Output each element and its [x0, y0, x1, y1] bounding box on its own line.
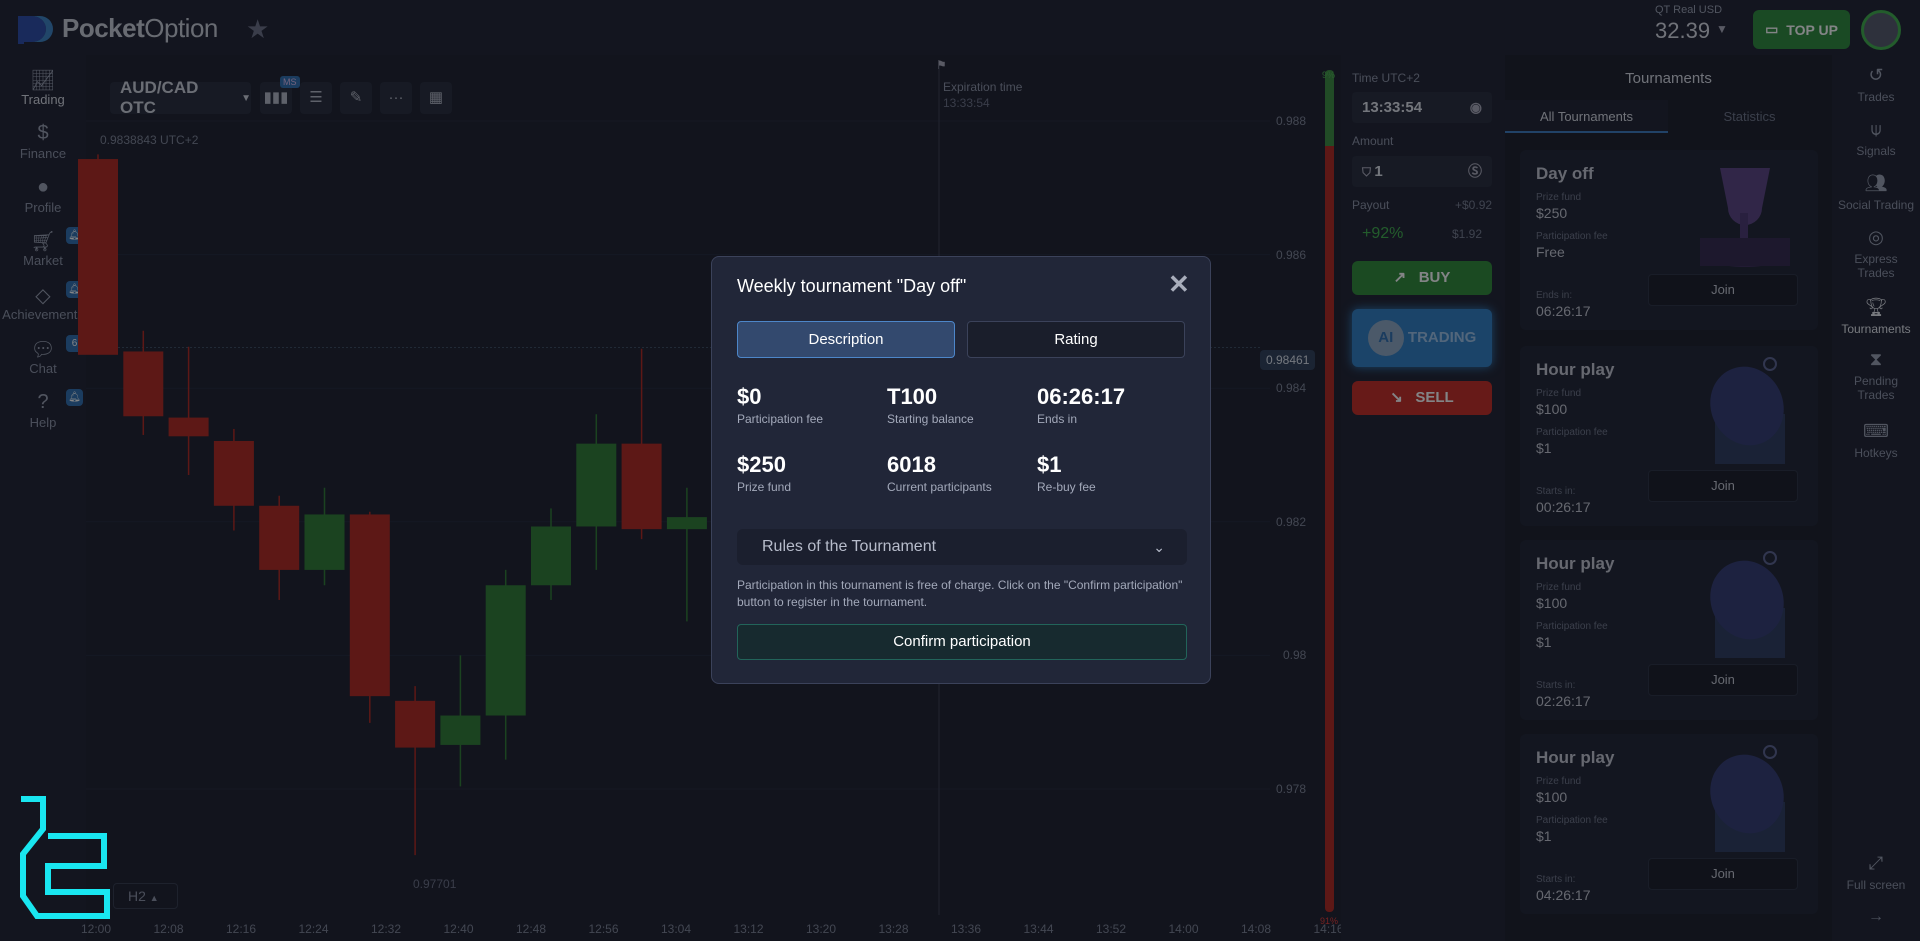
- stat-label: Prize fund: [737, 480, 792, 494]
- stat-label: Re-buy fee: [1037, 480, 1096, 494]
- tab-description[interactable]: Description: [737, 321, 955, 358]
- confirm-participation-button[interactable]: Confirm participation: [737, 624, 1187, 660]
- stat-rebuy-fee: $1 Re-buy fee: [1037, 452, 1096, 494]
- close-icon[interactable]: ✕: [1168, 269, 1190, 300]
- rules-label: Rules of the Tournament: [762, 538, 937, 555]
- stat-starting-balance: T100 Starting balance: [887, 384, 974, 426]
- stat-value: 06:26:17: [1037, 384, 1126, 409]
- modal-description: Participation in this tournament is free…: [737, 578, 1183, 609]
- watermark-logo: [20, 796, 110, 919]
- stat-prize-fund: $250 Prize fund: [737, 452, 791, 494]
- stat-ends-in: 06:26:17 Ends in: [1037, 384, 1125, 426]
- stat-participants: 6018 Current participants: [887, 452, 992, 494]
- stat-label: Ends in: [1037, 412, 1078, 426]
- chevron-down-icon: ⌄: [1153, 539, 1165, 555]
- stat-label: Participation fee: [737, 412, 824, 426]
- tournament-modal: Weekly tournament "Day off" ✕ Descriptio…: [711, 256, 1211, 684]
- stat-value: $250: [737, 452, 786, 477]
- stat-participation-fee: $0 Participation fee: [737, 384, 823, 426]
- stat-label: Current participants: [887, 480, 992, 494]
- tab-rating[interactable]: Rating: [967, 321, 1185, 358]
- rules-accordion[interactable]: Rules of the Tournament ⌄: [737, 529, 1187, 565]
- stat-label: Starting balance: [887, 412, 974, 426]
- stat-value: 6018: [887, 452, 936, 477]
- stat-value: T100: [887, 384, 938, 409]
- stat-value: $0: [737, 384, 762, 409]
- stat-value: $1: [1037, 452, 1062, 477]
- modal-title: Weekly tournament "Day off": [737, 276, 967, 296]
